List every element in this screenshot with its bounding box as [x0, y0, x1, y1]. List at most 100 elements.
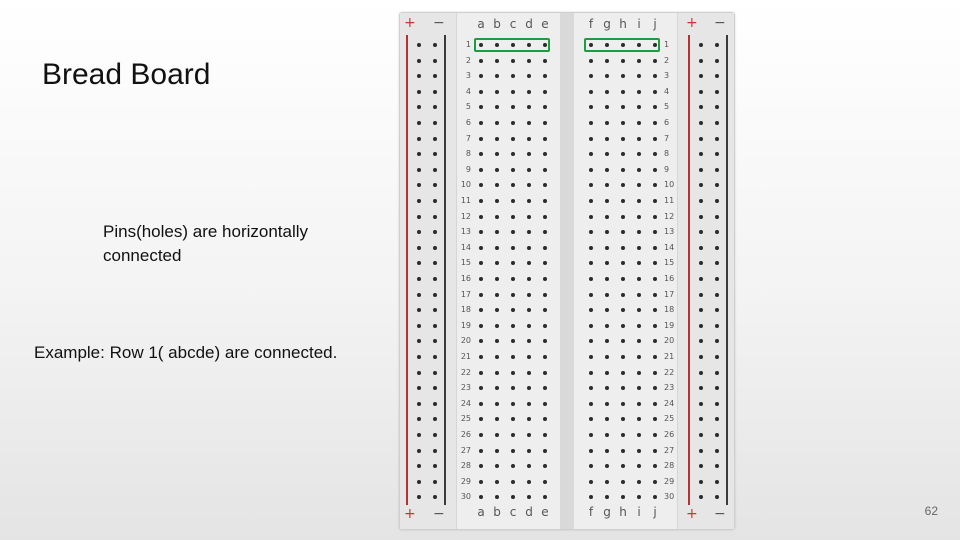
- rail-hole: [715, 199, 719, 203]
- hole: [511, 230, 515, 235]
- hole: [589, 292, 593, 297]
- hole: [621, 495, 625, 500]
- hole: [589, 277, 593, 281]
- hole: [511, 199, 515, 203]
- hole: [495, 292, 499, 297]
- center-channel: [560, 13, 574, 529]
- hole: [495, 386, 499, 391]
- rail-hole: [433, 479, 437, 484]
- hole: [543, 323, 547, 328]
- hole: [479, 89, 483, 94]
- hole: [543, 74, 547, 79]
- hole: [511, 323, 515, 328]
- column-letter-g: g: [603, 17, 611, 31]
- connection-note: Pins(holes) are horizontally connected: [103, 222, 309, 265]
- rail-hole: [699, 43, 703, 47]
- hole: [495, 167, 499, 172]
- rail-hole: [433, 58, 437, 63]
- hole: [637, 105, 641, 110]
- hole: [605, 89, 609, 94]
- slide-title: Bread Board: [42, 58, 211, 91]
- row-number: 23: [664, 383, 675, 393]
- hole: [511, 167, 515, 172]
- hole: [621, 261, 625, 266]
- rail-hole: [433, 43, 437, 47]
- hole: [653, 433, 657, 437]
- hole: [543, 214, 547, 219]
- hole: [637, 261, 641, 266]
- hole: [479, 339, 483, 344]
- hole: [495, 230, 499, 235]
- hole: [653, 479, 657, 484]
- rail-hole: [417, 245, 421, 250]
- rail-hole: [417, 292, 421, 297]
- hole: [653, 245, 657, 250]
- hole: [653, 323, 657, 328]
- row-number: 1: [465, 40, 471, 49]
- rail-hole: [433, 401, 437, 406]
- row-number: 26: [664, 430, 675, 439]
- row-number: 27: [664, 445, 675, 455]
- rail-hole: [715, 89, 719, 94]
- row-number: 10: [460, 180, 471, 190]
- hole: [637, 74, 641, 79]
- hole: [637, 495, 641, 500]
- hole: [511, 152, 515, 157]
- row-number: 18: [664, 305, 675, 315]
- hole: [495, 417, 499, 422]
- rail-hole: [699, 370, 703, 375]
- hole: [479, 199, 483, 203]
- hole: [605, 448, 609, 453]
- row-number: 28: [460, 461, 471, 471]
- row-number: 7: [664, 133, 670, 143]
- hole: [543, 121, 547, 125]
- hole: [605, 433, 609, 437]
- hole: [589, 230, 593, 235]
- row-number: 22: [460, 367, 471, 377]
- hole: [637, 214, 641, 219]
- rail-hole: [417, 43, 421, 47]
- row-number: 4: [465, 86, 471, 96]
- right-top-minus-sign: −: [714, 15, 726, 31]
- hole: [621, 479, 625, 484]
- hole: [653, 230, 657, 235]
- rail-hole: [433, 355, 437, 359]
- hole: [511, 386, 515, 391]
- hole: [637, 386, 641, 391]
- rail-hole: [417, 167, 421, 172]
- hole: [589, 464, 593, 469]
- hole: [621, 89, 625, 94]
- column-letter-j-bottom: j: [653, 505, 657, 519]
- rail-hole: [417, 355, 421, 359]
- left-minus-rail-line: [444, 35, 446, 505]
- hole: [653, 495, 657, 500]
- row-number: 14: [664, 242, 675, 252]
- row-number: 29: [664, 476, 675, 486]
- hole: [621, 417, 625, 422]
- hole: [621, 277, 625, 281]
- hole: [621, 292, 625, 297]
- hole: [495, 464, 499, 469]
- hole: [653, 448, 657, 453]
- hole: [527, 245, 531, 250]
- hole: [543, 386, 547, 391]
- hole: [605, 370, 609, 375]
- hole: [543, 152, 547, 157]
- hole: [495, 121, 499, 125]
- hole: [543, 448, 547, 453]
- hole: [605, 339, 609, 344]
- hole: [495, 183, 499, 188]
- row-number: 13: [664, 227, 675, 237]
- hole: [589, 121, 593, 125]
- hole: [589, 214, 593, 219]
- hole: [637, 401, 641, 406]
- hole: [511, 370, 515, 375]
- row-1-left-highlight: [474, 38, 550, 52]
- hole: [589, 401, 593, 406]
- hole: [527, 401, 531, 406]
- hole: [479, 105, 483, 110]
- rail-hole: [715, 292, 719, 297]
- hole: [605, 464, 609, 469]
- rail-hole: [699, 323, 703, 328]
- hole: [511, 495, 515, 500]
